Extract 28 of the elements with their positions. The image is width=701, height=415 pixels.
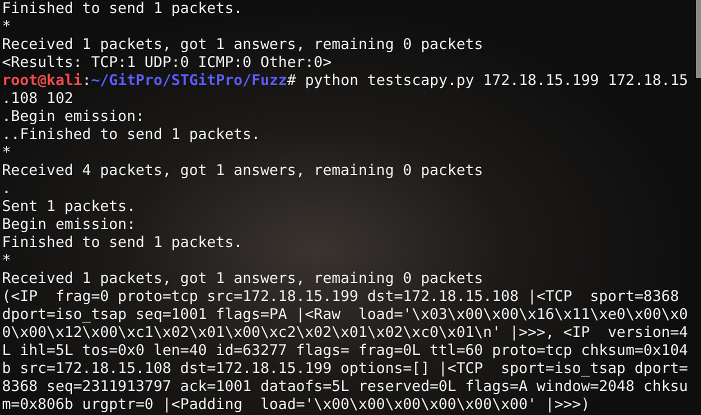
prompt-separator: : <box>82 72 92 89</box>
prompt-symbol: # <box>287 72 296 89</box>
output-line: b src=172.18.15.108 dst=172.18.15.199 options=[] |<TCP sport=iso_tsap dport= <box>2 360 689 378</box>
output-line: Received 1 packets, got 1 answers, remaining 0 packets <box>2 36 484 54</box>
output-line: ..Finished to send 1 packets. <box>2 126 262 144</box>
prompt-user-host: root@kali <box>2 72 82 89</box>
output-line: Received 4 packets, got 1 answers, remaining 0 packets <box>2 162 484 180</box>
output-line: * <box>2 252 12 270</box>
output-line: Received 1 packets, got 1 answers, remaining 0 packets <box>2 270 484 288</box>
output-line: <Results: TCP:1 UDP:0 ICMP:0 Other:0> <box>2 54 333 72</box>
command-text: python testscapy.py 172.18.15.199 172.18.15 <box>304 72 688 89</box>
output-line: .Begin emission: <box>2 108 146 126</box>
output-line: . <box>2 180 12 198</box>
output-line: Sent 1 packets. <box>2 198 137 216</box>
output-line: * <box>2 144 12 162</box>
scrollbar-thumb[interactable] <box>696 0 701 78</box>
output-line: 0\x00\x12\x00\xc1\x02\x01\x00\xc2\x02\x01\x02\xc0\x01\n' |>>>, <IP version=4 <box>2 324 689 342</box>
output-line: * <box>2 18 12 36</box>
output-line: Finished to send 1 packets. <box>2 234 244 252</box>
output-line: L ihl=5L tos=0x0 len=40 id=63277 flags= frag=0L ttl=60 proto=tcp chksum=0x104 <box>2 342 689 360</box>
output-line: Finished to send 1 packets. <box>2 0 244 18</box>
output-line: m=0x806b urgptr=0 |<Padding load='\x00\x00\x00\x00\x00\x00' |>>>) <box>2 396 591 414</box>
output-line: .108 102 <box>2 90 74 108</box>
prompt-path: ~/GitPro/STGitPro/Fuzz <box>91 72 288 89</box>
output-line: 8368 seq=2311913797 ack=1001 dataofs=5L reserved=0L flags=A window=2048 chksu <box>2 378 689 396</box>
output-line: Begin emission: <box>2 216 137 234</box>
output-line: dport=iso_tsap seq=1001 flags=PA |<Raw load='\x03\x00\x00\x16\x11\xe0\x00\x0 <box>2 306 689 324</box>
output-line: (<IP frag=0 proto=tcp src=172.18.15.199 dst=172.18.15.108 |<TCP sport=8368 <box>2 288 680 306</box>
